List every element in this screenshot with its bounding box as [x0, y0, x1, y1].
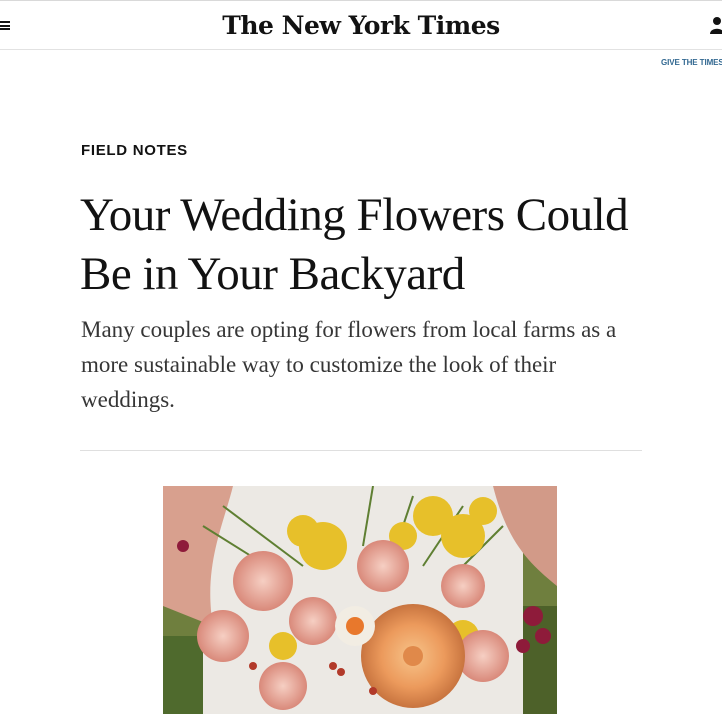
wedding-bouquet-image [163, 486, 557, 714]
masthead-logo[interactable]: The New York Times [0, 11, 722, 40]
article-headline: Your Wedding Flowers Could Be in Your Ba… [80, 189, 629, 300]
section-divider [80, 450, 642, 451]
account-icon[interactable] [710, 15, 722, 35]
top-navigation-bar: The New York Times [0, 0, 722, 50]
section-kicker[interactable]: FIELD NOTES [81, 142, 188, 159]
article-summary: Many couples are opting for flowers from… [81, 317, 617, 412]
give-the-times-link[interactable]: GIVE THE TIMES [661, 58, 722, 67]
